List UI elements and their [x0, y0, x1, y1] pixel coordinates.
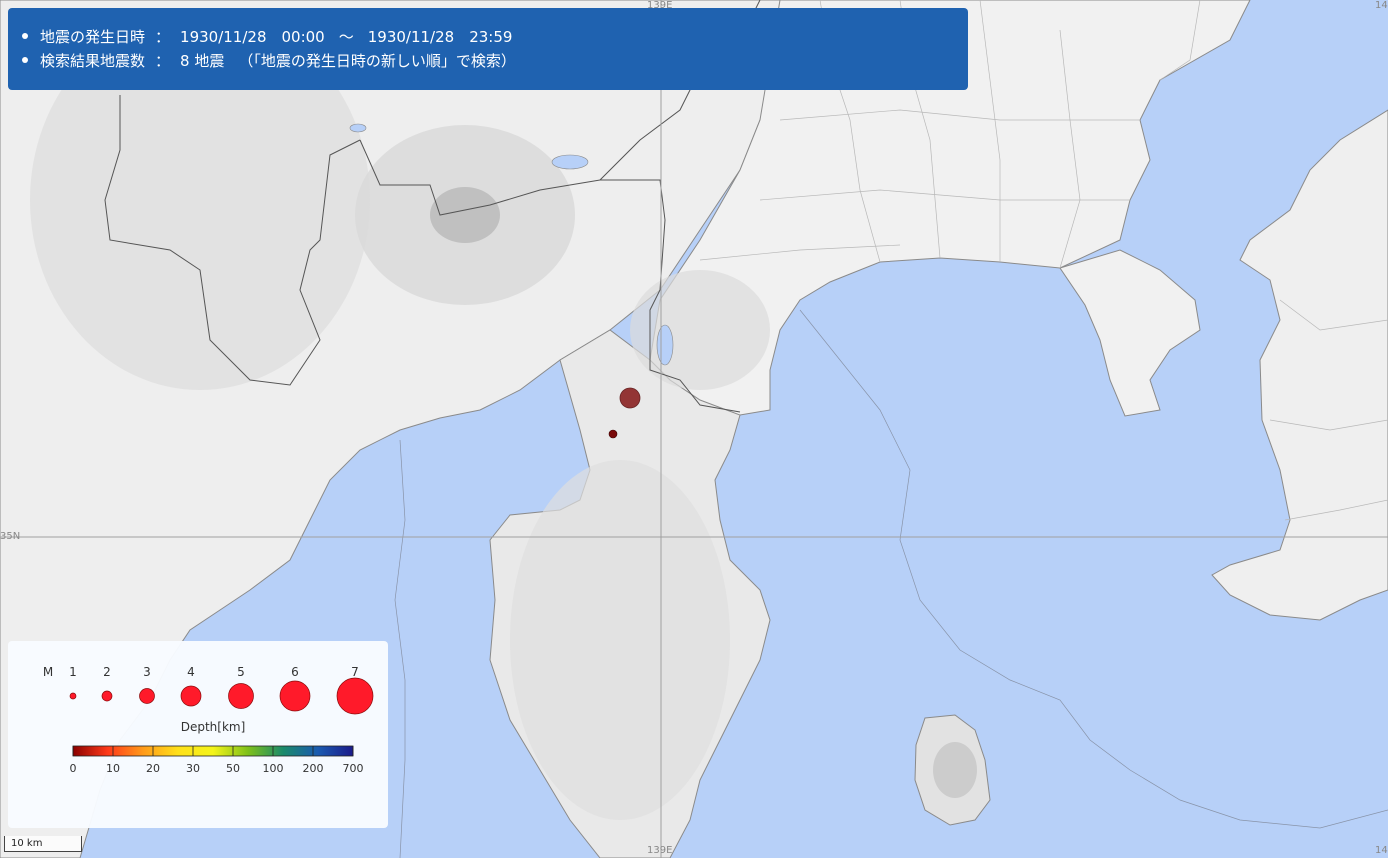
legend-depth-label: Depth[km]	[181, 720, 246, 734]
date-from: 1930/11/28 00:00	[180, 27, 325, 46]
legend-graphic: M 1 2 3 4 5 6 7 Depth[km] 0 10 20 30 50 100 200 700	[43, 665, 374, 775]
oshima-peak	[933, 742, 977, 798]
grid-label-right-top: 14	[1375, 0, 1388, 11]
legend-magnitude-circle-1	[69, 692, 77, 700]
earthquake-marker-1[interactable]	[619, 387, 641, 409]
legend-magnitude-7: 7	[351, 665, 359, 679]
legend-magnitude-circle-5	[228, 683, 254, 709]
legend-magnitude-3: 3	[143, 665, 151, 679]
legend-depth-tick-label-20: 20	[146, 762, 160, 775]
scale-label: 10 km	[11, 838, 43, 849]
grid-label-right-bottom: 14	[1375, 845, 1388, 856]
bullet-icon	[22, 33, 28, 39]
bullet-icon	[22, 57, 28, 63]
izu-mountains	[510, 460, 730, 820]
count-separator: ：	[155, 51, 171, 70]
grid-label-lon-bottom: 139E	[647, 845, 673, 856]
count-value: 8 地震	[180, 51, 225, 70]
land-boso	[1211, 109, 1388, 621]
result-count-line: 検索結果地震数 ： 8 地震 （「地震の発生日時の新しい順」で検索）	[22, 48, 968, 72]
lake-kawaguchi	[349, 123, 367, 133]
legend-magnitude-circle-7	[336, 677, 374, 715]
legend-magnitude-2: 2	[103, 665, 111, 679]
count-label: 検索結果地震数	[40, 51, 146, 70]
legend-magnitude-1: 1	[69, 665, 77, 679]
legend-depth-tick-label-30: 30	[186, 762, 200, 775]
legend-magnitude-4: 4	[187, 665, 195, 679]
legend-depth-tick-label-50: 50	[226, 762, 240, 775]
search-info-panel: 地震の発生日時 ： 1930/11/28 00:00 ～ 1930/11/28 …	[8, 8, 968, 90]
date-range-line: 地震の発生日時 ： 1930/11/28 00:00 ～ 1930/11/28 …	[22, 24, 968, 48]
sort-note: （「地震の発生日時の新しい順」で検索）	[238, 51, 516, 70]
legend-depth-tick-label-0: 0	[70, 762, 77, 775]
legend-depth-colorbar	[72, 745, 354, 757]
legend-depth-tick-label-700: 700	[343, 762, 364, 775]
legend-depth-tick-label-200: 200	[303, 762, 324, 775]
date-label: 地震の発生日時	[40, 27, 146, 46]
legend-magnitude-6: 6	[291, 665, 299, 679]
legend-magnitude-circle-2	[101, 690, 113, 702]
legend-magnitude-label: M	[43, 665, 53, 679]
lake-ashi	[656, 324, 674, 366]
lake-yamanaka	[551, 154, 589, 170]
date-tilde: ～	[338, 27, 354, 46]
legend-depth-tick-label-10: 10	[106, 762, 120, 775]
date-separator: ：	[155, 27, 171, 46]
legend-magnitude-circle-4	[180, 685, 202, 707]
scale-bar: 10 km	[4, 836, 82, 852]
earthquake-marker-2[interactable]	[608, 429, 618, 439]
hakone-shade	[630, 270, 770, 390]
date-to: 1930/11/28 23:59	[367, 27, 513, 46]
legend-magnitude-circle-3	[139, 688, 155, 704]
legend-magnitude-circle-6	[279, 680, 311, 712]
legend-depth-tick-label-100: 100	[263, 762, 284, 775]
depth-contour-2	[394, 439, 406, 858]
grid-label-lat-left: 35N	[0, 531, 21, 542]
legend-magnitude-5: 5	[237, 665, 245, 679]
legend-panel: M 1 2 3 4 5 6 7 Depth[km] 0 10 20 30 50 100 200 700	[8, 641, 388, 828]
land-miura	[1059, 249, 1201, 417]
